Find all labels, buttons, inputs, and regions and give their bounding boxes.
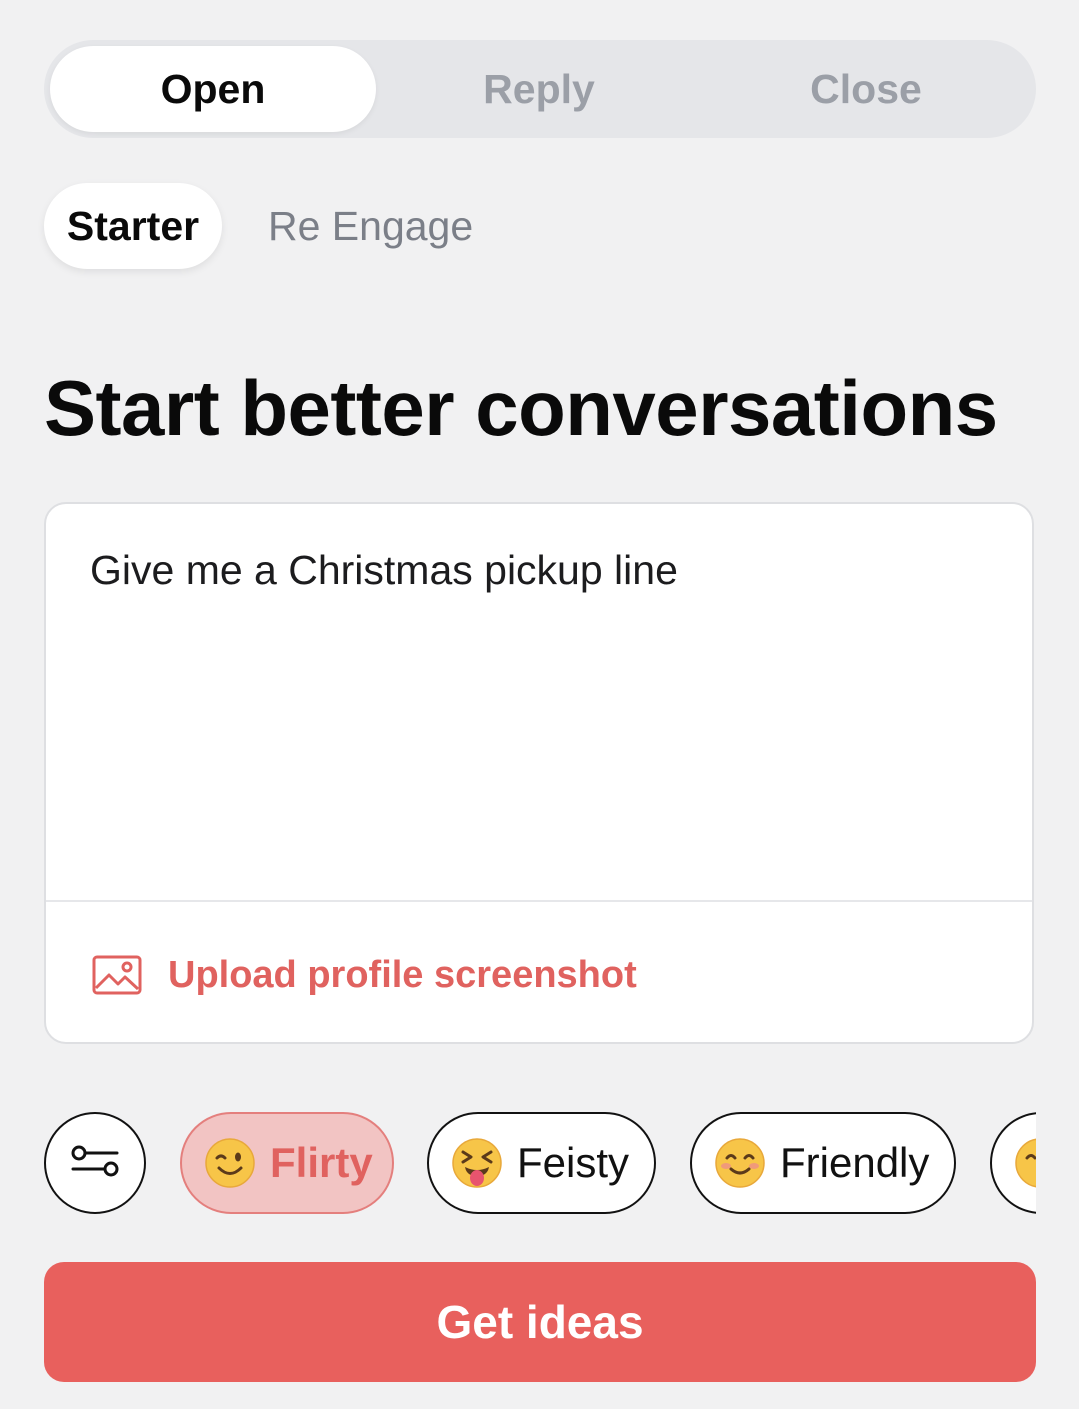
subtab-re-engage[interactable]: Re Engage [268, 183, 473, 269]
tone-chip-label: Friendly [780, 1139, 930, 1186]
prompt-card: Upload profile screenshot [44, 502, 1034, 1044]
prompt-input[interactable] [90, 540, 990, 880]
tab-reply[interactable]: Reply [376, 46, 702, 132]
image-icon [92, 955, 142, 995]
tone-chip-flirty[interactable]: Flirty [180, 1112, 394, 1214]
squinting-tongue-face-emoji [451, 1137, 503, 1189]
tone-chip-label: Flirty [270, 1139, 373, 1186]
tone-settings-button[interactable] [44, 1112, 146, 1214]
subtab-starter[interactable]: Starter [44, 183, 222, 269]
mode-segmented-control: Open Reply Close [44, 40, 1036, 138]
get-ideas-button[interactable]: Get ideas [44, 1262, 1036, 1382]
tone-chip-friendly[interactable]: Friendly [690, 1112, 956, 1214]
tab-open[interactable]: Open [50, 46, 376, 132]
smiling-face-emoji [714, 1137, 766, 1189]
tone-chip-feisty[interactable]: Feisty [427, 1112, 656, 1214]
upload-label: Upload profile screenshot [168, 953, 637, 996]
tone-chip-more[interactable] [990, 1112, 1036, 1214]
tone-chip-strip[interactable]: Flirty Feisty Friendly [44, 1112, 1036, 1218]
winking-face-emoji [204, 1137, 256, 1189]
tone-chip-label: Feisty [517, 1139, 630, 1186]
upload-profile-screenshot-button[interactable]: Upload profile screenshot [92, 950, 637, 1000]
sliders-icon [71, 1144, 119, 1183]
face-emoji [1014, 1137, 1036, 1189]
page-title: Start better conversations [44, 364, 998, 452]
tab-close[interactable]: Close [702, 46, 1030, 132]
card-divider [46, 900, 1032, 902]
